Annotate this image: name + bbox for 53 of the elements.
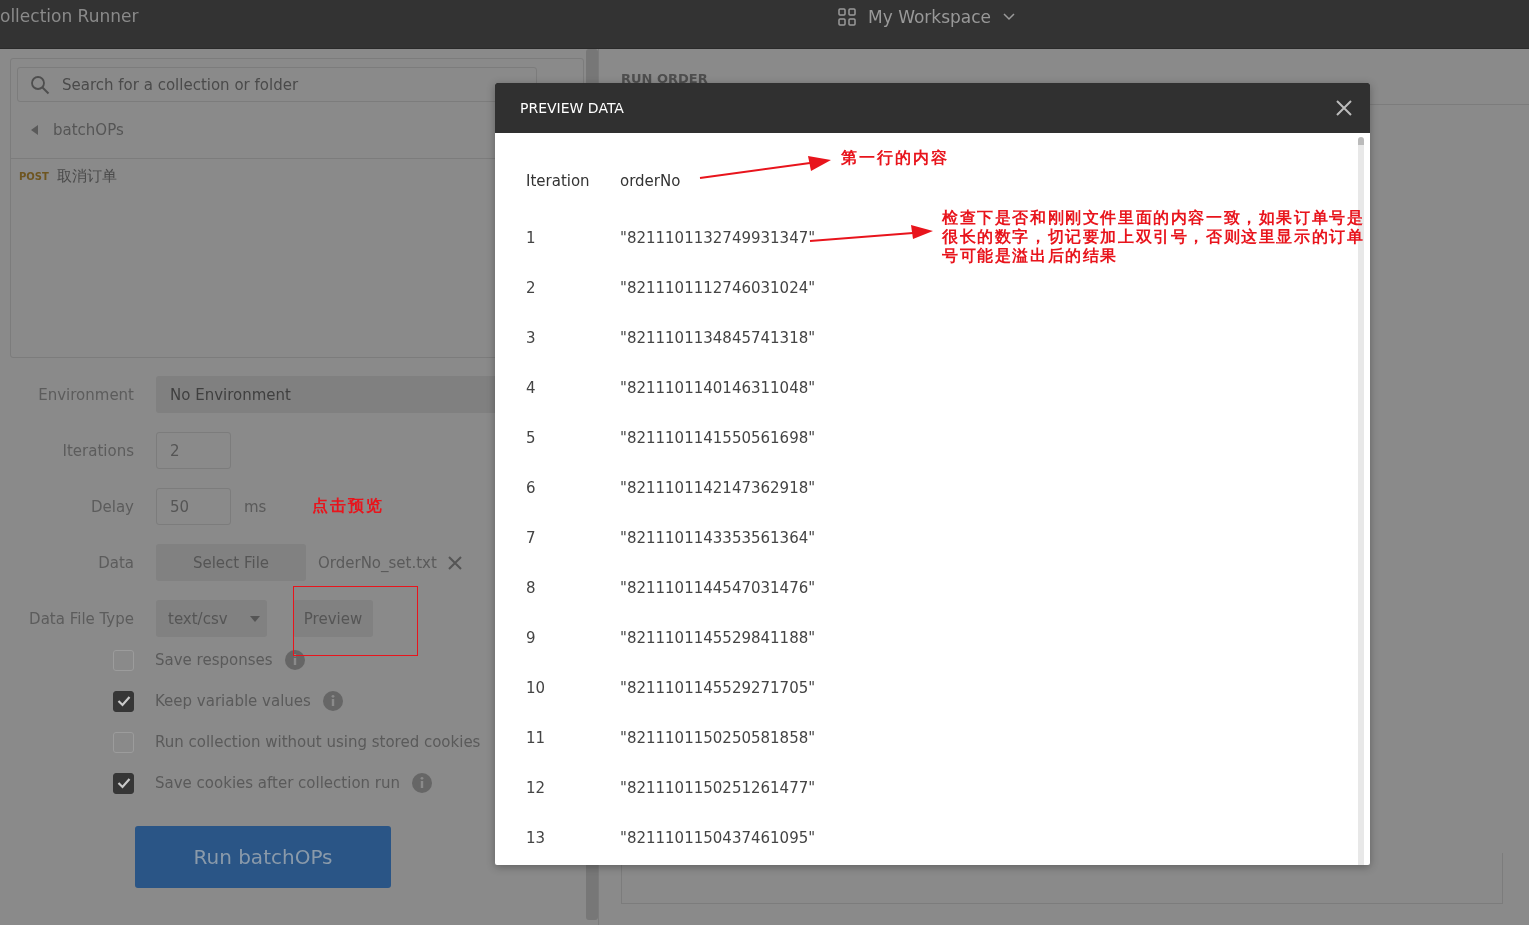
table-cell-text: 11 [526,729,547,747]
table-cell: "8211101134845741318" [620,329,816,347]
table-cell: "8211101150250581858" [620,729,816,747]
table-cell: "8211101132749931347" [620,229,816,247]
close-icon[interactable] [446,554,463,571]
caret-down-icon [249,615,260,622]
search-field[interactable]: Search for a collection or folder [17,67,537,102]
table-cell: "8211101141550561698" [620,429,816,447]
check-icon [116,695,131,707]
table-cell-text: 12 [526,779,547,797]
checkbox[interactable] [113,772,134,794]
annotation-text: 点击预览 [312,496,384,516]
table-cell-text: 4 [526,379,537,397]
grid-icon [838,8,856,26]
table-cell: "8211101145529271705" [620,679,816,697]
table-cell-text: 13 [526,829,547,847]
column-header: Iteration [526,172,591,190]
table-cell: "8211101140146311048" [620,379,816,397]
table-cell-text: 8 [526,579,537,597]
column-header: orderNo [620,172,681,190]
table-cell: "8211101144547031476" [620,579,816,597]
search-icon [30,75,50,95]
table-cell-text: 6 [526,479,537,497]
check-icon [116,777,131,789]
run-button[interactable]: Run batchOPs [135,826,391,888]
chevron-down-icon [1003,13,1016,21]
table-cell-text: 1 [526,229,537,247]
table-cell: "8211101143353561364" [620,529,816,547]
workspace-switcher[interactable]: My Workspace [838,7,1016,27]
table-cell: "8211101112746031024" [620,279,816,297]
annotation-text: 第一行的内容 [841,148,949,168]
table-cell: "8211101150437461095" [620,829,816,847]
caret-left-icon [31,125,39,135]
table-cell-text: 9 [526,629,537,647]
table-cell: "8211101150251261477" [620,779,816,797]
window-title: ollection Runner [0,6,139,26]
request-name: 取消订单 [56,167,117,186]
annotation-text: 检查下是否和刚刚文件里面的内容一致，如果订单号是很长的数字，切记要加上双引号，否则这里显示的订单号可能是溢出后的结果 [942,208,1366,265]
table-cell: "8211101142147362918" [620,479,816,497]
info-icon[interactable] [322,691,343,711]
section-title: RUN ORDER [621,71,708,86]
table-cell-text: 10 [526,679,547,697]
table-cell: "8211101145529841188" [620,629,816,647]
table-cell-text: 2 [526,279,537,297]
close-button[interactable] [1334,98,1354,118]
table-cell-text: 5 [526,429,537,447]
table-cell-text: 3 [526,329,537,347]
dialog-title: PREVIEW DATA [520,100,624,116]
method-label: POST [19,171,49,182]
info-icon[interactable] [412,773,433,793]
info-icon[interactable] [284,650,305,670]
table-cell-text: 7 [526,529,537,547]
checkbox[interactable] [113,690,134,712]
